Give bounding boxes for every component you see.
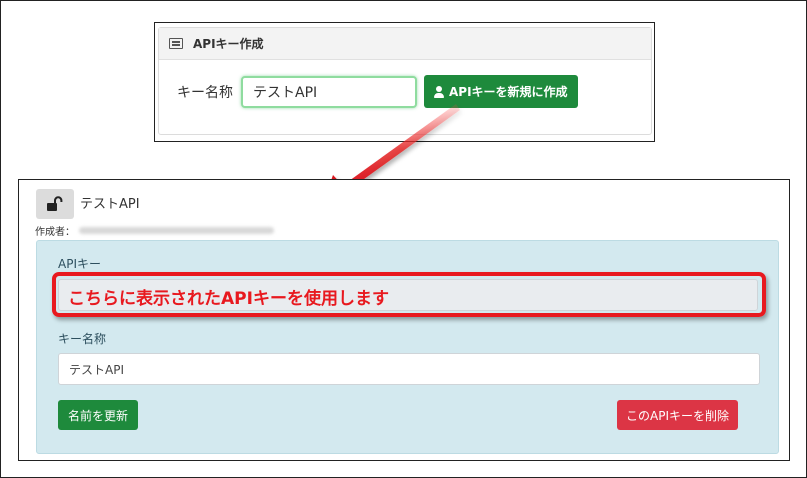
create-form: キー名称 APIキーを新規に作成 (159, 60, 651, 108)
card-title: APIキー作成 (193, 37, 264, 51)
unlock-icon (47, 196, 63, 211)
unlock-button[interactable] (36, 189, 74, 219)
api-key-detail-screenshot: テストAPI 作成者： APIキー こちらに表示されたAPIキーを使用します キ… (18, 179, 790, 461)
list-icon (169, 38, 183, 49)
creator-email-blurred (79, 227, 274, 234)
key-name-input[interactable] (241, 75, 417, 108)
creator-label: 作成者： (35, 227, 75, 238)
creator-row: 作成者： (35, 223, 274, 238)
update-name-button[interactable]: 名前を更新 (58, 400, 139, 430)
user-icon (434, 85, 444, 98)
create-button-label: APIキーを新規に作成 (449, 85, 568, 99)
create-api-key-button[interactable]: APIキーを新規に作成 (424, 75, 578, 108)
create-api-key-screenshot: APIキー作成 キー名称 APIキーを新規に作成 (154, 22, 655, 142)
key-name-label: キー名称 (58, 332, 107, 346)
key-title: テストAPI (80, 197, 140, 212)
card-header: APIキー作成 (159, 28, 651, 60)
key-name-input[interactable] (58, 353, 760, 385)
delete-api-key-button[interactable]: このAPIキーを削除 (617, 400, 738, 430)
api-key-info-box: APIキー こちらに表示されたAPIキーを使用します キー名称 名前を更新 この… (36, 240, 779, 454)
api-key-label: APIキー (58, 257, 101, 271)
key-name-label: キー名称 (177, 84, 233, 101)
create-api-key-card: APIキー作成 キー名称 APIキーを新規に作成 (158, 27, 652, 135)
highlight-annotation-text: こちらに表示されたAPIキーを使用します (68, 289, 389, 309)
